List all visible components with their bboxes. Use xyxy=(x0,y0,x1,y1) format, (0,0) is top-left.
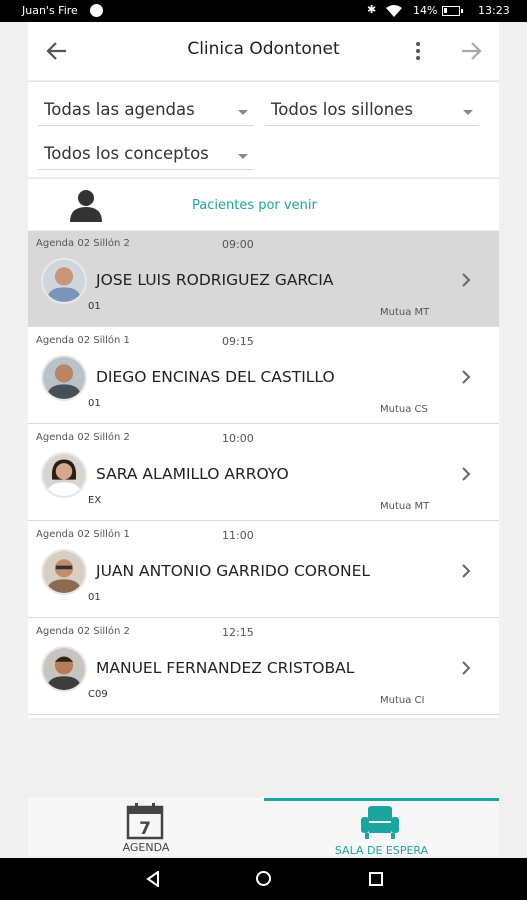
wifi-icon xyxy=(386,5,402,17)
patient-code: EX xyxy=(88,495,102,506)
agendas-dropdown[interactable]: Todas las agendas xyxy=(38,88,254,126)
insurer-label: Mutua MT xyxy=(380,307,430,318)
bluetooth-icon: ✱ xyxy=(367,3,377,16)
conceptos-dropdown[interactable]: Todos los conceptos xyxy=(38,132,254,170)
patient-code: 01 xyxy=(88,592,101,603)
page-title: Clinica Odontonet xyxy=(187,39,340,59)
patient-name: SARA ALAMILLO ARROYO xyxy=(96,465,289,483)
more-vert-icon[interactable] xyxy=(410,40,426,62)
app-bar: Clinica Odontonet xyxy=(28,22,499,80)
appointment-time: 11:00 xyxy=(222,529,254,542)
appointment-time: 09:00 xyxy=(222,238,254,251)
agenda-label: Agenda 02 Sillón 1 xyxy=(36,529,130,540)
system-recents-icon[interactable] xyxy=(369,872,383,886)
patient-name: MANUEL FERNANDEZ CRISTOBAL xyxy=(96,659,355,677)
insurer-label: Mutua MT xyxy=(380,501,430,512)
agenda-label: Agenda 02 Sillón 2 xyxy=(36,626,130,637)
filter-panel: Todas las agendas Todos los sillones Tod… xyxy=(28,81,499,177)
chevron-down-icon xyxy=(238,154,248,159)
status-clock: 13:23 xyxy=(478,4,510,17)
appointment-time: 10:00 xyxy=(222,432,254,445)
avatar xyxy=(41,646,87,692)
system-back-icon[interactable] xyxy=(145,871,161,887)
patient-row[interactable]: Agenda 02 Sillón 2 09:00 JOSE LUIS RODRI… xyxy=(28,231,499,327)
armchair-icon xyxy=(361,806,399,839)
chevron-right-icon xyxy=(462,273,471,287)
calendar-icon: 7 xyxy=(126,803,164,840)
section-caption: Pacientes por venir xyxy=(192,198,317,213)
patient-list: Agenda 02 Sillón 2 09:00 JOSE LUIS RODRI… xyxy=(28,231,499,718)
agendas-dropdown-label: Todas las agendas xyxy=(44,100,195,119)
conceptos-dropdown-label: Todos los conceptos xyxy=(44,144,209,163)
tab-agenda[interactable]: 7 AGENDA xyxy=(28,798,264,856)
agenda-label: Agenda 02 Sillón 1 xyxy=(36,335,130,346)
notification-icon xyxy=(90,4,103,17)
agenda-label: Agenda 02 Sillón 2 xyxy=(36,238,130,249)
chevron-right-icon xyxy=(462,661,471,675)
carrier-name: Juan's Fire xyxy=(22,4,78,17)
forward-arrow-icon[interactable] xyxy=(458,38,484,64)
agenda-label: Agenda 02 Sillón 2 xyxy=(36,432,130,443)
appointment-time: 12:15 xyxy=(222,626,254,639)
avatar xyxy=(41,258,87,304)
patient-code: C09 xyxy=(88,689,108,700)
battery-percent: 14% xyxy=(413,4,438,17)
patient-name: JOSE LUIS RODRIGUEZ GARCIA xyxy=(96,271,334,289)
chevron-right-icon xyxy=(462,467,471,481)
chevron-down-icon xyxy=(238,110,248,115)
chevron-right-icon xyxy=(462,370,471,384)
insurer-label: Mutua CI xyxy=(380,695,425,706)
patient-code: 01 xyxy=(88,301,101,312)
patient-name: JUAN ANTONIO GARRIDO CORONEL xyxy=(96,562,371,580)
section-header: Pacientes por venir xyxy=(28,178,499,230)
sillones-dropdown-label: Todos los sillones xyxy=(271,100,413,119)
patient-row[interactable]: Agenda 02 Sillón 1 09:15 DIEGO ENCINAS D… xyxy=(28,328,499,424)
chevron-right-icon xyxy=(462,564,471,578)
calendar-day: 7 xyxy=(139,819,151,839)
patient-code: 01 xyxy=(88,398,101,409)
patient-name: DIEGO ENCINAS DEL CASTILLO xyxy=(96,368,335,386)
system-nav-bar xyxy=(0,858,527,900)
avatar xyxy=(41,355,87,401)
bottom-nav: 7 AGENDA SALA DE ESPERA xyxy=(28,798,499,857)
tab-sala-de-espera[interactable]: SALA DE ESPERA xyxy=(264,798,499,857)
appointment-time: 09:15 xyxy=(222,335,254,348)
patient-row[interactable]: Agenda 02 Sillón 2 12:15 MANUEL FERNANDE… xyxy=(28,619,499,715)
chevron-down-icon xyxy=(463,110,473,115)
patient-row[interactable]: Agenda 02 Sillón 1 11:00 JUAN ANTONIO GA… xyxy=(28,522,499,618)
avatar xyxy=(41,549,87,595)
tab-agenda-label: AGENDA xyxy=(122,841,170,854)
sillones-dropdown[interactable]: Todos los sillones xyxy=(265,88,479,126)
system-home-icon[interactable] xyxy=(256,871,271,886)
battery-icon xyxy=(442,6,463,16)
status-bar: Juan's Fire ✱ 14% 13:23 xyxy=(0,0,527,22)
insurer-label: Mutua CS xyxy=(380,404,428,415)
person-icon xyxy=(70,190,102,222)
tab-sala-label: SALA DE ESPERA xyxy=(334,844,429,857)
patient-row[interactable]: Agenda 02 Sillón 2 10:00 SARA ALAMILLO A… xyxy=(28,425,499,521)
avatar xyxy=(41,452,87,498)
